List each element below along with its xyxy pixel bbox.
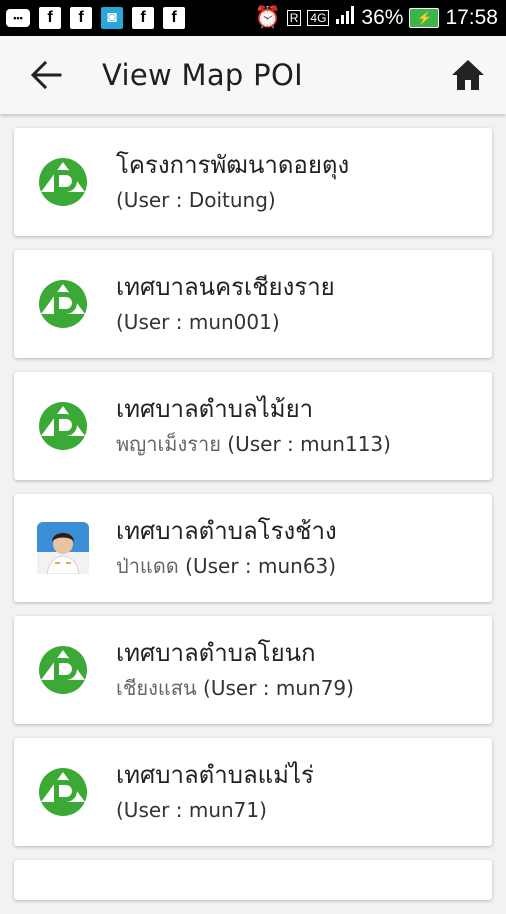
app-icon: ◙ xyxy=(101,7,123,29)
signal-icon xyxy=(335,5,355,31)
poi-name: โครงการพัฒนาดอยตุง xyxy=(116,151,350,179)
doitung-logo-icon xyxy=(39,280,87,328)
poi-user: (User : mun71) xyxy=(116,798,267,822)
poi-area: พญาเม็งราย xyxy=(116,432,228,456)
poi-name: เทศบาลนครเชียงราย xyxy=(116,273,335,301)
facebook-icon: f xyxy=(163,7,185,29)
home-button[interactable] xyxy=(448,55,488,95)
app-bar: View Map POI xyxy=(0,36,506,114)
facebook-icon: f xyxy=(70,7,92,29)
page-title: View Map POI xyxy=(102,58,303,92)
r-icon: R xyxy=(286,10,302,26)
poi-list-item[interactable]: โครงการพัฒนาดอยตุง (User : Doitung) xyxy=(14,128,492,236)
poi-list: โครงการพัฒนาดอยตุง (User : Doitung) เทศบ… xyxy=(14,128,492,914)
status-bar: ••• f f ◙ f f ⏰ R 4G 36% ⚡ 17:58 xyxy=(0,0,506,36)
poi-list-item[interactable]: เทศบาลตำบลโรงช้าง ป่าแดด (User : mun63) xyxy=(14,494,492,602)
poi-name: เทศบาลตำบลโยนก xyxy=(116,639,316,667)
poi-user: (User : mun63) xyxy=(185,554,337,578)
home-icon xyxy=(452,60,484,90)
poi-list-item[interactable]: เทศบาลตำบลแม่ไร่ (User : mun71) xyxy=(14,738,492,846)
chat-icon: ••• xyxy=(6,9,30,27)
poi-user: (User : mun001) xyxy=(116,310,280,334)
profile-photo-avatar xyxy=(37,522,89,574)
4g-icon: 4G xyxy=(307,10,330,26)
notification-icons: ••• f f ◙ f f xyxy=(6,7,185,29)
poi-name: เทศบาลตำบลแม่ไร่ xyxy=(116,761,314,789)
back-button[interactable] xyxy=(16,36,76,114)
poi-list-item[interactable]: เทศบาลตำบลโยนก เชียงแสน (User : mun79) xyxy=(14,616,492,724)
poi-area: ป่าแดด xyxy=(116,554,186,578)
battery-charging-icon: ⚡ xyxy=(409,8,440,28)
doitung-logo-icon xyxy=(39,402,87,450)
doitung-logo-icon xyxy=(39,158,87,206)
poi-list-item[interactable]: เทศบาลนครเชียงราย (User : mun001) xyxy=(14,250,492,358)
facebook-icon: f xyxy=(132,7,154,29)
battery-percent: 36% xyxy=(361,6,404,29)
poi-name: เทศบาลตำบลไม้ยา xyxy=(116,395,314,423)
facebook-icon: f xyxy=(39,7,61,29)
alarm-icon: ⏰ xyxy=(254,6,281,29)
doitung-logo-icon xyxy=(39,646,87,694)
arrow-left-icon xyxy=(30,61,62,89)
doitung-logo-icon xyxy=(39,768,87,816)
poi-user: (User : mun113) xyxy=(227,432,391,456)
poi-name: เทศบาลตำบลโรงช้าง xyxy=(116,517,337,545)
poi-area: เชียงแสน xyxy=(116,676,204,700)
poi-list-item[interactable]: เทศบาลตำบลไม้ยา พญาเม็งราย (User : mun11… xyxy=(14,372,492,480)
poi-user: (User : Doitung) xyxy=(116,188,276,212)
poi-list-item[interactable] xyxy=(14,860,492,900)
poi-user: (User : mun79) xyxy=(203,676,354,700)
clock: 17:58 xyxy=(445,6,498,29)
